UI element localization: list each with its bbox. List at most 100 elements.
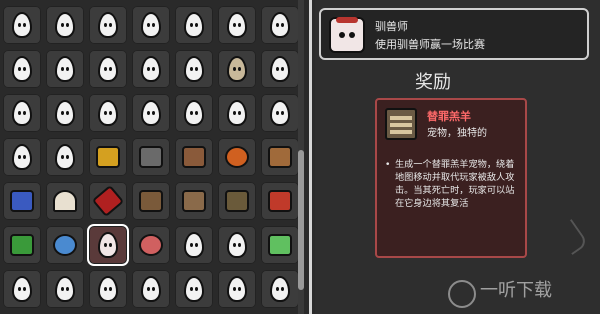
egg-character-icon bbox=[55, 144, 75, 170]
character-tile[interactable] bbox=[89, 6, 127, 44]
egg-character-icon bbox=[55, 276, 75, 302]
egg-character-icon bbox=[227, 232, 247, 258]
item-tile[interactable] bbox=[3, 182, 41, 220]
bullet-icon: • bbox=[385, 159, 391, 170]
egg-character-icon bbox=[98, 276, 118, 302]
item-tile[interactable] bbox=[46, 182, 84, 220]
item-tile[interactable] bbox=[175, 138, 213, 176]
character-tile[interactable] bbox=[261, 6, 299, 44]
detail-panel: 驯兽师 使用驯兽师赢一场比赛 奖励 替罪羔羊 宠物，独特的 • 生成一个替罪羔羊… bbox=[315, 0, 600, 314]
egg-character-icon bbox=[141, 276, 161, 302]
sword-item-icon bbox=[91, 184, 125, 218]
egg-character-icon bbox=[227, 100, 247, 126]
item-tile[interactable] bbox=[218, 138, 256, 176]
egg-character-icon bbox=[270, 12, 290, 38]
egg-character-icon bbox=[227, 276, 247, 302]
character-tile[interactable] bbox=[261, 50, 299, 88]
pumpkin-item-icon bbox=[225, 146, 249, 168]
orb-item-icon bbox=[53, 234, 77, 256]
egg-character-icon bbox=[227, 56, 247, 82]
dragon-item-icon bbox=[268, 190, 292, 212]
ghost-item-icon bbox=[53, 190, 77, 212]
character-tile[interactable] bbox=[46, 6, 84, 44]
egg-character-icon bbox=[98, 12, 118, 38]
egg-character-icon bbox=[55, 100, 75, 126]
achievement-description: 使用驯兽师赢一场比赛 bbox=[375, 38, 485, 51]
character-tile[interactable] bbox=[261, 270, 299, 308]
egg-character-icon bbox=[141, 12, 161, 38]
character-tile[interactable] bbox=[89, 270, 127, 308]
character-tile[interactable] bbox=[175, 6, 213, 44]
item-tile[interactable] bbox=[261, 182, 299, 220]
item-tile[interactable] bbox=[132, 226, 170, 264]
item-tile[interactable] bbox=[132, 138, 170, 176]
item-tile[interactable] bbox=[3, 226, 41, 264]
item-tile[interactable] bbox=[89, 182, 127, 220]
item-tile[interactable] bbox=[46, 226, 84, 264]
character-tile[interactable] bbox=[218, 6, 256, 44]
item-tile[interactable] bbox=[89, 138, 127, 176]
bread-item-icon bbox=[268, 146, 292, 168]
grid-scrollbar[interactable] bbox=[298, 0, 304, 314]
egg-character-icon bbox=[141, 56, 161, 82]
cursor-arrow-icon bbox=[555, 218, 589, 256]
lantern-item-icon bbox=[225, 190, 249, 212]
reward-effect: • 生成一个替罪羔羊宠物，绕着地图移动并取代玩家被敌人攻击。当其死亡时，玩家可以… bbox=[385, 158, 523, 210]
egg-character-icon bbox=[184, 12, 204, 38]
character-tile[interactable] bbox=[3, 270, 41, 308]
scrollbar-thumb[interactable] bbox=[298, 150, 304, 290]
beast-tamer-character-icon bbox=[98, 232, 118, 258]
character-tile[interactable] bbox=[46, 138, 84, 176]
character-tile[interactable] bbox=[132, 270, 170, 308]
egg-character-icon bbox=[141, 100, 161, 126]
character-tile[interactable] bbox=[218, 94, 256, 132]
selected-character-tile[interactable] bbox=[87, 224, 129, 266]
character-tile[interactable] bbox=[218, 50, 256, 88]
character-tile[interactable] bbox=[175, 94, 213, 132]
egg-character-icon bbox=[12, 144, 32, 170]
reindeer-item-icon bbox=[182, 190, 206, 212]
character-tile[interactable] bbox=[218, 270, 256, 308]
character-tile[interactable] bbox=[3, 6, 41, 44]
character-tile[interactable] bbox=[175, 270, 213, 308]
egg-character-icon bbox=[12, 276, 32, 302]
egg-character-icon bbox=[184, 100, 204, 126]
item-tile[interactable] bbox=[261, 226, 299, 264]
beast-tamer-icon bbox=[329, 17, 365, 53]
character-tile[interactable] bbox=[46, 270, 84, 308]
egg-character-icon bbox=[98, 56, 118, 82]
character-tile[interactable] bbox=[3, 94, 41, 132]
egg-character-icon bbox=[227, 12, 247, 38]
item-tile[interactable] bbox=[218, 182, 256, 220]
egg-character-icon bbox=[12, 12, 32, 38]
character-tile[interactable] bbox=[46, 94, 84, 132]
character-tile[interactable] bbox=[261, 94, 299, 132]
character-tile[interactable] bbox=[218, 226, 256, 264]
achievement-card: 驯兽师 使用驯兽师赢一场比赛 bbox=[319, 8, 589, 60]
scarecrow-item-icon bbox=[139, 190, 163, 212]
paw-item-icon bbox=[139, 234, 163, 256]
character-tile[interactable] bbox=[89, 94, 127, 132]
character-tile[interactable] bbox=[3, 50, 41, 88]
seahorse-item-icon bbox=[10, 190, 34, 212]
screen: 驯兽师 使用驯兽师赢一场比赛 奖励 替罪羔羊 宠物，独特的 • 生成一个替罪羔羊… bbox=[0, 0, 600, 314]
character-tile[interactable] bbox=[175, 226, 213, 264]
character-tile[interactable] bbox=[46, 50, 84, 88]
doll-item-icon bbox=[182, 146, 206, 168]
character-tile[interactable] bbox=[89, 50, 127, 88]
character-grid-panel bbox=[0, 0, 312, 314]
character-tile[interactable] bbox=[132, 50, 170, 88]
character-tile[interactable] bbox=[3, 138, 41, 176]
egg-character-icon bbox=[98, 100, 118, 126]
reward-card: 替罪羔羊 宠物，独特的 • 生成一个替罪羔羊宠物，绕着地图移动并取代玩家被敌人攻… bbox=[375, 98, 527, 258]
character-tile[interactable] bbox=[132, 94, 170, 132]
scapegoat-pet-icon bbox=[385, 108, 417, 140]
item-tile[interactable] bbox=[132, 182, 170, 220]
snake-item-icon bbox=[10, 234, 34, 256]
egg-character-icon bbox=[270, 100, 290, 126]
character-tile[interactable] bbox=[132, 6, 170, 44]
character-tile[interactable] bbox=[175, 50, 213, 88]
item-tile[interactable] bbox=[175, 182, 213, 220]
item-tile[interactable] bbox=[261, 138, 299, 176]
egg-character-icon bbox=[184, 276, 204, 302]
